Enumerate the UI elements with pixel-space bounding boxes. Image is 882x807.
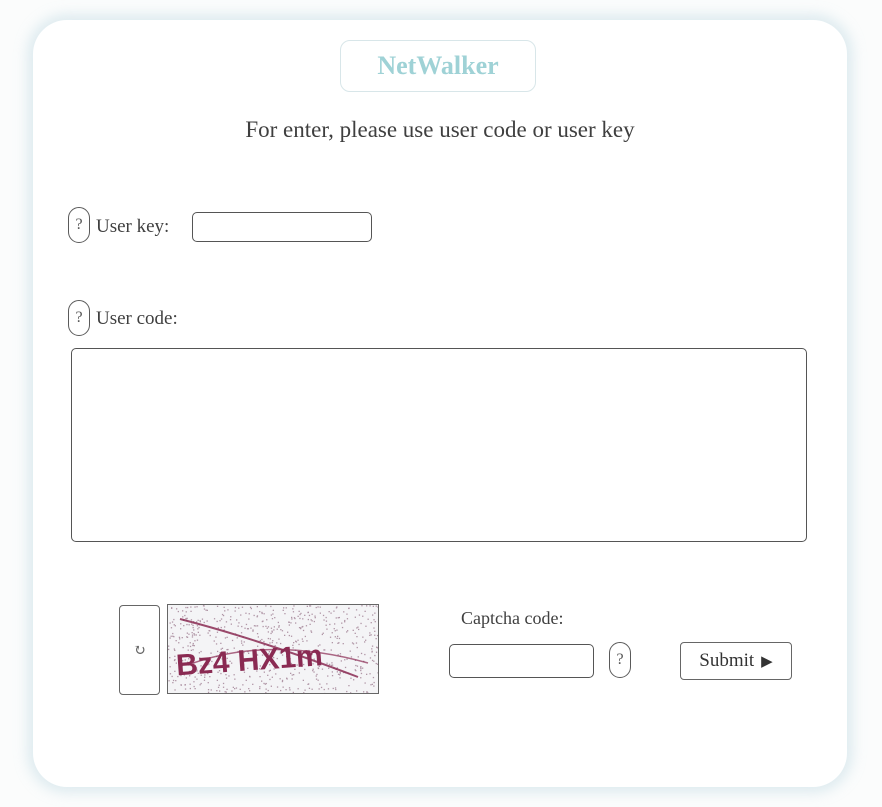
captcha-code-label: Captcha code:	[461, 608, 564, 628]
captcha-text: Bz4 HX1m	[175, 639, 324, 682]
user-key-input[interactable]	[192, 212, 372, 242]
play-arrow-icon: ▶	[761, 653, 773, 670]
user-key-label: User key:	[96, 216, 170, 237]
captcha-code-input[interactable]	[449, 644, 594, 678]
user-code-label: User code:	[96, 308, 178, 329]
captcha-refresh-button[interactable]: ↻	[119, 605, 160, 695]
captcha-help-button[interactable]: ?	[609, 642, 631, 678]
captcha-image: Bz4 HX1m	[167, 604, 379, 694]
submit-button[interactable]: Submit ▶	[680, 642, 792, 680]
refresh-icon: ↻	[133, 642, 146, 659]
captcha-image-graphic: Bz4 HX1m	[168, 605, 378, 693]
submit-label: Submit	[699, 650, 755, 671]
user-code-help-button[interactable]: ?	[68, 300, 90, 336]
user-key-help-button[interactable]: ?	[68, 207, 90, 243]
user-code-textarea[interactable]	[71, 348, 807, 542]
instruction-text: For enter, please use user code or user …	[245, 117, 635, 142]
netwalker-logo: NetWalker	[340, 40, 536, 92]
login-card: NetWalker For enter, please use user cod…	[33, 20, 847, 787]
